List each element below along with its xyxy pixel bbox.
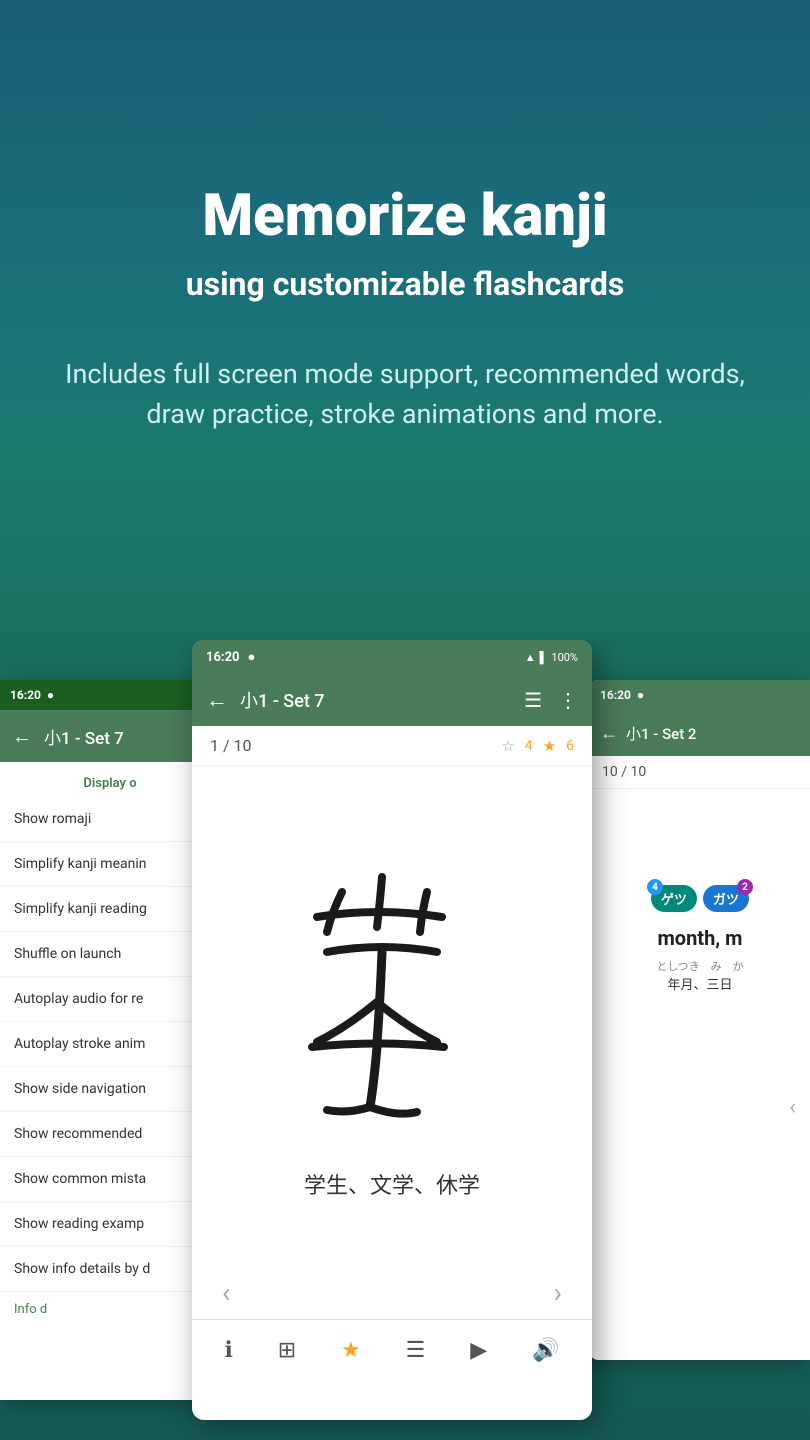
menu-item-simplify-meaning[interactable]: Simplify kanji meanin [0,842,220,887]
kanji-examples: 学生、文学、休学 [304,1168,480,1200]
badge-getsu: 4 ゲツ [651,885,697,912]
menu-item-reading-examples[interactable]: Show reading examp [0,1202,220,1247]
left-phone: 16:20 ● ▲▌ ← 小1 - Set 7 Display o Show r… [0,680,220,1400]
right-toolbar-title: 小1 - Set 2 [626,723,696,744]
right-reading-label: としつき み か [656,958,743,974]
info-btn[interactable]: ℹ [224,1338,232,1363]
menu-item-recommended[interactable]: Show recommended [0,1112,220,1157]
kanji-svg [252,842,532,1142]
card-nav: ‹ › [192,1266,592,1319]
menu-item-autoplay-audio[interactable]: Autoplay audio for re [0,977,220,1022]
right-current: 10 [602,764,618,780]
badge-gatsu: 2 ガツ [703,885,749,912]
menu-item-info-details[interactable]: Show info details by d [0,1247,220,1292]
hero-title: Memorize kanji [202,185,607,249]
right-time: 16:20 [600,688,631,702]
right-card-counter: 10 / 10 [590,756,810,789]
menu-item-simplify-reading[interactable]: Simplify kanji reading [0,887,220,932]
card-current: 1 [210,736,219,755]
right-prev-arrow[interactable]: ‹ [789,1095,796,1120]
center-status-icon: ● [248,649,256,665]
left-menu-header: ← 小1 - Set 7 [0,710,220,762]
center-toolbar-icons: ☰ ⋮ [524,688,578,712]
menu-item-side-nav[interactable]: Show side navigation [0,1067,220,1112]
left-status-icon: ● [47,688,54,702]
menu-item-shuffle[interactable]: Shuffle on launch [0,932,220,977]
audio-btn[interactable]: 🔊 [532,1338,559,1363]
hero-description: Includes full screen mode support, recom… [65,354,745,435]
more-icon[interactable]: ⋮ [558,688,578,712]
center-statusbar: 16:20 ● ▲ ▌ 100% [192,640,592,674]
left-statusbar: 16:20 ● ▲▌ [0,680,220,710]
menu-item-romaji[interactable]: Show romaji [0,797,220,842]
center-toolbar: ← 小1 - Set 7 ☰ ⋮ [192,674,592,726]
left-back-btn[interactable]: ← [12,724,32,749]
wifi-icon: ▲ [525,651,536,664]
card-content: 学生、文学、休学 [192,766,592,1266]
right-card-area: 4 ゲツ 2 ガツ month, m としつき み か 年月、三日 [590,789,810,1089]
bottom-toolbar: ℹ ⊞ ★ ☰ ▶ 🔊 [192,1319,592,1381]
right-status-icon: ● [637,688,644,702]
right-nav: ‹ [590,1089,810,1126]
star-empty-count: 4 [525,738,533,754]
star-btn[interactable]: ★ [341,1338,361,1363]
signal-icon: ▌ [540,651,548,664]
menu-section-title: Display o [0,762,220,797]
menu-item-info-label: Info d [0,1292,220,1327]
menu-item-autoplay-stroke[interactable]: Autoplay stroke anim [0,1022,220,1067]
battery-text: 100% [551,651,578,664]
center-time: 16:20 [206,650,240,665]
hero-subtitle: using customizable flashcards [186,265,625,303]
star-filled-icon[interactable]: ★ [543,737,556,755]
center-toolbar-title: 小1 - Set 7 [240,687,512,713]
phones-area: 16:20 ● ▲▌ ← 小1 - Set 7 Display o Show r… [0,640,810,1440]
right-word-badges: 4 ゲツ 2 ガツ [651,885,749,912]
next-arrow[interactable]: › [554,1276,562,1309]
badge-sup2-2: 2 [737,879,753,895]
star-filled-count: 6 [566,738,574,754]
play-btn[interactable]: ▶ [470,1338,487,1363]
badge-sup-4: 4 [647,879,663,895]
center-phone: 16:20 ● ▲ ▌ 100% ← 小1 - Set 7 ☰ ⋮ 1 / 10 [192,640,592,1420]
prev-arrow[interactable]: ‹ [222,1276,230,1309]
center-back-btn[interactable]: ← [206,687,228,713]
right-phone: 16:20 ● ← 小1 - Set 2 10 / 10 4 ゲツ 2 ガツ [590,680,810,1360]
star-empty-icon[interactable]: ☆ [501,737,514,755]
grid-btn[interactable]: ⊞ [278,1338,296,1363]
card-counter: 1 / 10 ☆ 4 ★ 6 [192,726,592,766]
list-icon[interactable]: ☰ [524,688,542,712]
left-time: 16:20 [10,688,41,702]
right-statusbar: 16:20 ● [590,680,810,710]
right-back-btn[interactable]: ← [600,723,618,744]
card-separator: / [223,736,234,755]
right-meaning: month, m [657,926,742,950]
card-stars: ☆ 4 ★ 6 [501,737,574,755]
center-status-icons: ▲ ▌ 100% [525,651,578,664]
left-toolbar-title: 小1 - Set 7 [44,724,124,749]
hero-section: Memorize kanji using customizable flashc… [0,0,810,640]
card-count: 1 / 10 [210,736,252,755]
right-total: 10 [630,764,646,780]
kanji-drawing [242,832,542,1152]
right-readings: 年月、三日 [667,974,732,993]
card-total: 10 [234,736,252,755]
menu-item-common-mistakes[interactable]: Show common mista [0,1157,220,1202]
right-toolbar: ← 小1 - Set 2 [590,710,810,756]
list-btn[interactable]: ☰ [406,1338,426,1363]
